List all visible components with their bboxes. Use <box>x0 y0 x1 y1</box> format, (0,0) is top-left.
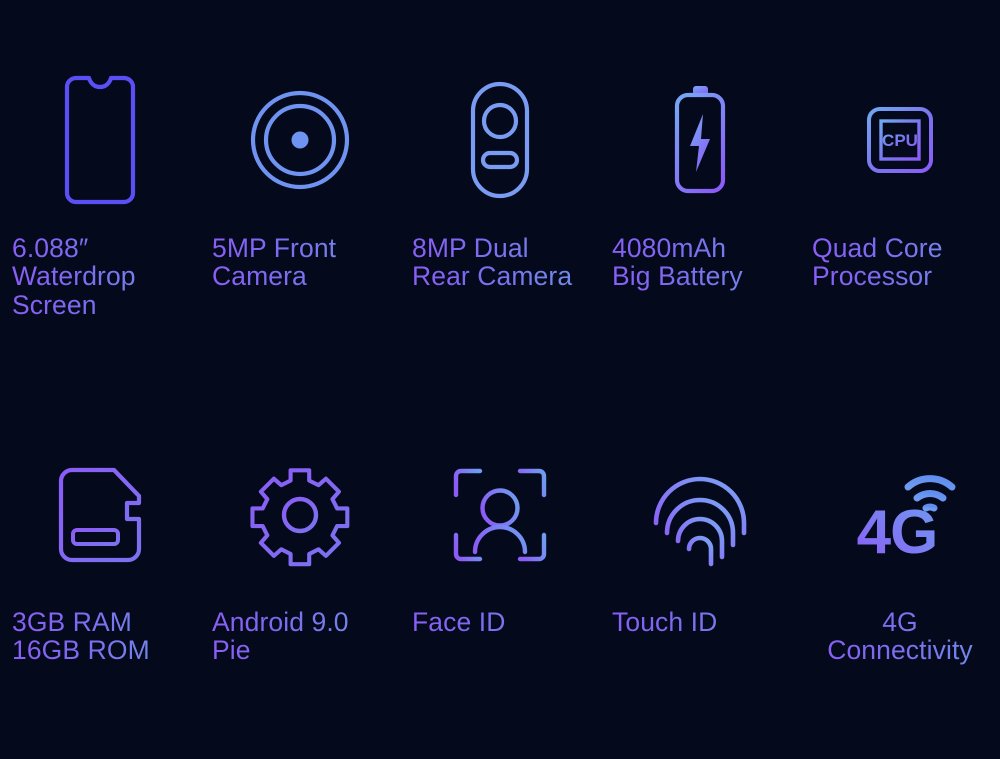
cpu-chip-label: CPU <box>882 131 918 150</box>
feature-grid-board: 6.088″ Waterdrop Screen 5MP Front Camera… <box>0 0 1000 759</box>
feature-row-1: 6.088″ Waterdrop Screen 5MP Front Camera… <box>0 60 1000 360</box>
gear-settings-icon <box>200 440 400 590</box>
feature-label: Face ID <box>400 608 585 637</box>
4g-icon-label: 4G <box>857 498 938 567</box>
feature-label: 4080mAh Big Battery <box>600 234 785 291</box>
fingerprint-icon <box>600 440 800 590</box>
feature-row-2: 3GB RAM 16GB ROM Android 9.0 Pie Face ID… <box>0 440 1000 720</box>
sd-memory-card-icon <box>0 440 222 590</box>
dual-rear-camera-module-icon <box>400 60 600 220</box>
feature-card-waterdrop-screen: 6.088″ Waterdrop Screen <box>0 60 200 360</box>
feature-card-memory: 3GB RAM 16GB ROM <box>0 440 200 720</box>
cpu-chip-icon: CPU <box>800 60 1000 220</box>
feature-card-rear-camera: 8MP Dual Rear Camera <box>400 60 600 360</box>
feature-label: Quad Core Processor <box>800 234 985 291</box>
feature-card-touch-id: Touch ID <box>600 440 800 720</box>
feature-card-connectivity: 4G 4G Connectivity <box>800 440 1000 720</box>
feature-label: 6.088″ Waterdrop Screen <box>0 234 185 319</box>
feature-label: 3GB RAM 16GB ROM <box>0 608 185 665</box>
feature-label: 5MP Front Camera <box>200 234 385 291</box>
feature-card-android-version: Android 9.0 Pie <box>200 440 400 720</box>
face-scan-person-icon <box>400 440 600 590</box>
phone-waterdrop-notch-icon <box>0 60 222 220</box>
feature-card-processor: CPU Quad Core Processor <box>800 60 1000 360</box>
feature-label: Android 9.0 Pie <box>200 608 385 665</box>
front-camera-lens-icon <box>200 60 400 220</box>
battery-bolt-icon <box>600 60 800 220</box>
feature-card-face-id: Face ID <box>400 440 600 720</box>
feature-card-front-camera: 5MP Front Camera <box>200 60 400 360</box>
feature-label: 4G Connectivity <box>800 608 1000 665</box>
4g-signal-icon: 4G <box>800 440 1000 590</box>
feature-label: 8MP Dual Rear Camera <box>400 234 585 291</box>
feature-label: Touch ID <box>600 608 785 637</box>
feature-card-battery: 4080mAh Big Battery <box>600 60 800 360</box>
